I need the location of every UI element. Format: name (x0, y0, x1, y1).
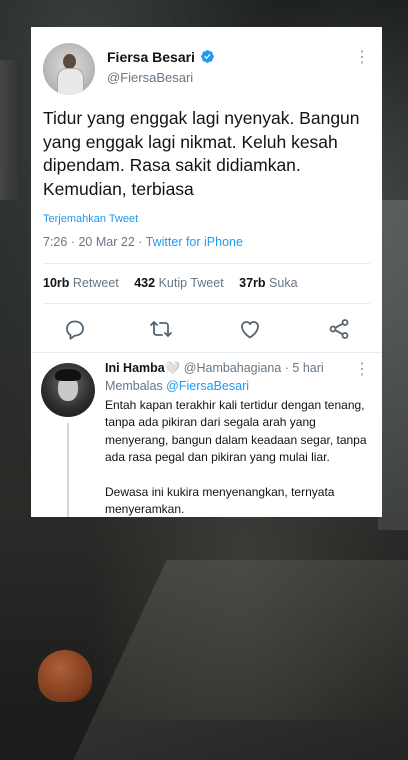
more-vertical-icon[interactable]: ⋮ (354, 361, 370, 379)
like-count: 37rb (239, 276, 266, 290)
reply-author-handle[interactable]: @Hambahagiana (184, 361, 281, 375)
tweet-actions (43, 313, 370, 343)
reply-header: Ini Hamba🤍 @Hambahagiana · 5 hari (105, 361, 324, 376)
thread-line (67, 423, 69, 517)
verified-badge-icon (201, 50, 214, 63)
author-handle[interactable]: @FiersaBesari (107, 70, 193, 85)
background-wall (378, 200, 408, 530)
tweet-author: Fiersa Besari @FiersaBesari ⋮ (43, 43, 370, 95)
background-road (73, 560, 408, 760)
quote-stat-label: Kutip Tweet (158, 276, 224, 290)
more-vertical-icon[interactable]: ⋮ (354, 49, 370, 67)
tweet-text: Tidur yang enggak lagi nyenyak. Bangun y… (43, 108, 360, 199)
replying-label: Membalas (105, 379, 163, 393)
like-stat[interactable]: 37rb Suka (239, 276, 297, 290)
tweet-card: Fiersa Besari @FiersaBesari ⋮ Tidur yang… (31, 27, 382, 517)
tweet-time: 7:26 (43, 235, 68, 249)
retweet-icon[interactable] (149, 317, 173, 341)
replying-mention[interactable]: @FiersaBesari (166, 379, 249, 393)
like-icon[interactable] (238, 317, 262, 341)
tweet-source[interactable]: Twitter for iPhone (146, 235, 243, 249)
quote-count: 432 (134, 276, 156, 290)
reply-separator: · (284, 361, 289, 375)
author-name[interactable]: Fiersa Besari (107, 49, 195, 65)
reply-paragraph: Entah kapan terakhir kali tertidur denga… (105, 398, 367, 465)
reply-author-name[interactable]: Ini Hamba🤍 (105, 361, 180, 375)
retweet-stat-label: Retweet (72, 276, 119, 290)
retweet-stat[interactable]: 10rb Retweet (43, 276, 119, 290)
quote-stat[interactable]: 432 Kutip Tweet (134, 276, 223, 290)
author-avatar[interactable] (43, 43, 95, 95)
share-icon[interactable] (327, 317, 351, 341)
like-stat-label: Suka (269, 276, 298, 290)
retweet-count: 10rb (43, 276, 70, 290)
avatar-hair (55, 369, 81, 381)
reply-icon[interactable] (63, 317, 87, 341)
background-bucket (38, 650, 92, 702)
meta-separator: · (70, 235, 75, 249)
reply-paragraph: Dewasa ini kukira menyenangkan, ternyata… (105, 484, 335, 517)
reply-text: Entah kapan terakhir kali tertidur denga… (105, 397, 375, 517)
tweet-stats: 10rb Retweet 432 Kutip Tweet 37rb Suka (43, 276, 310, 290)
reply-avatar[interactable] (41, 363, 95, 417)
reply-age: 5 hari (292, 361, 324, 375)
replying-to: Membalas @FiersaBesari (105, 379, 249, 393)
reply-tweet[interactable]: Ini Hamba🤍 @Hambahagiana · 5 hari ⋮ Memb… (31, 353, 382, 517)
tweet-meta: 7:26 · 20 Mar 22 · Twitter for iPhone (43, 235, 243, 249)
divider (43, 303, 370, 304)
divider (43, 263, 370, 264)
meta-separator: · (138, 235, 143, 249)
avatar-torso (57, 68, 84, 95)
avatar-head (63, 54, 76, 69)
background-post (0, 60, 22, 200)
tweet-date: 20 Mar 22 (78, 235, 135, 249)
translate-tweet-link[interactable]: Terjemahkan Tweet (43, 213, 138, 225)
